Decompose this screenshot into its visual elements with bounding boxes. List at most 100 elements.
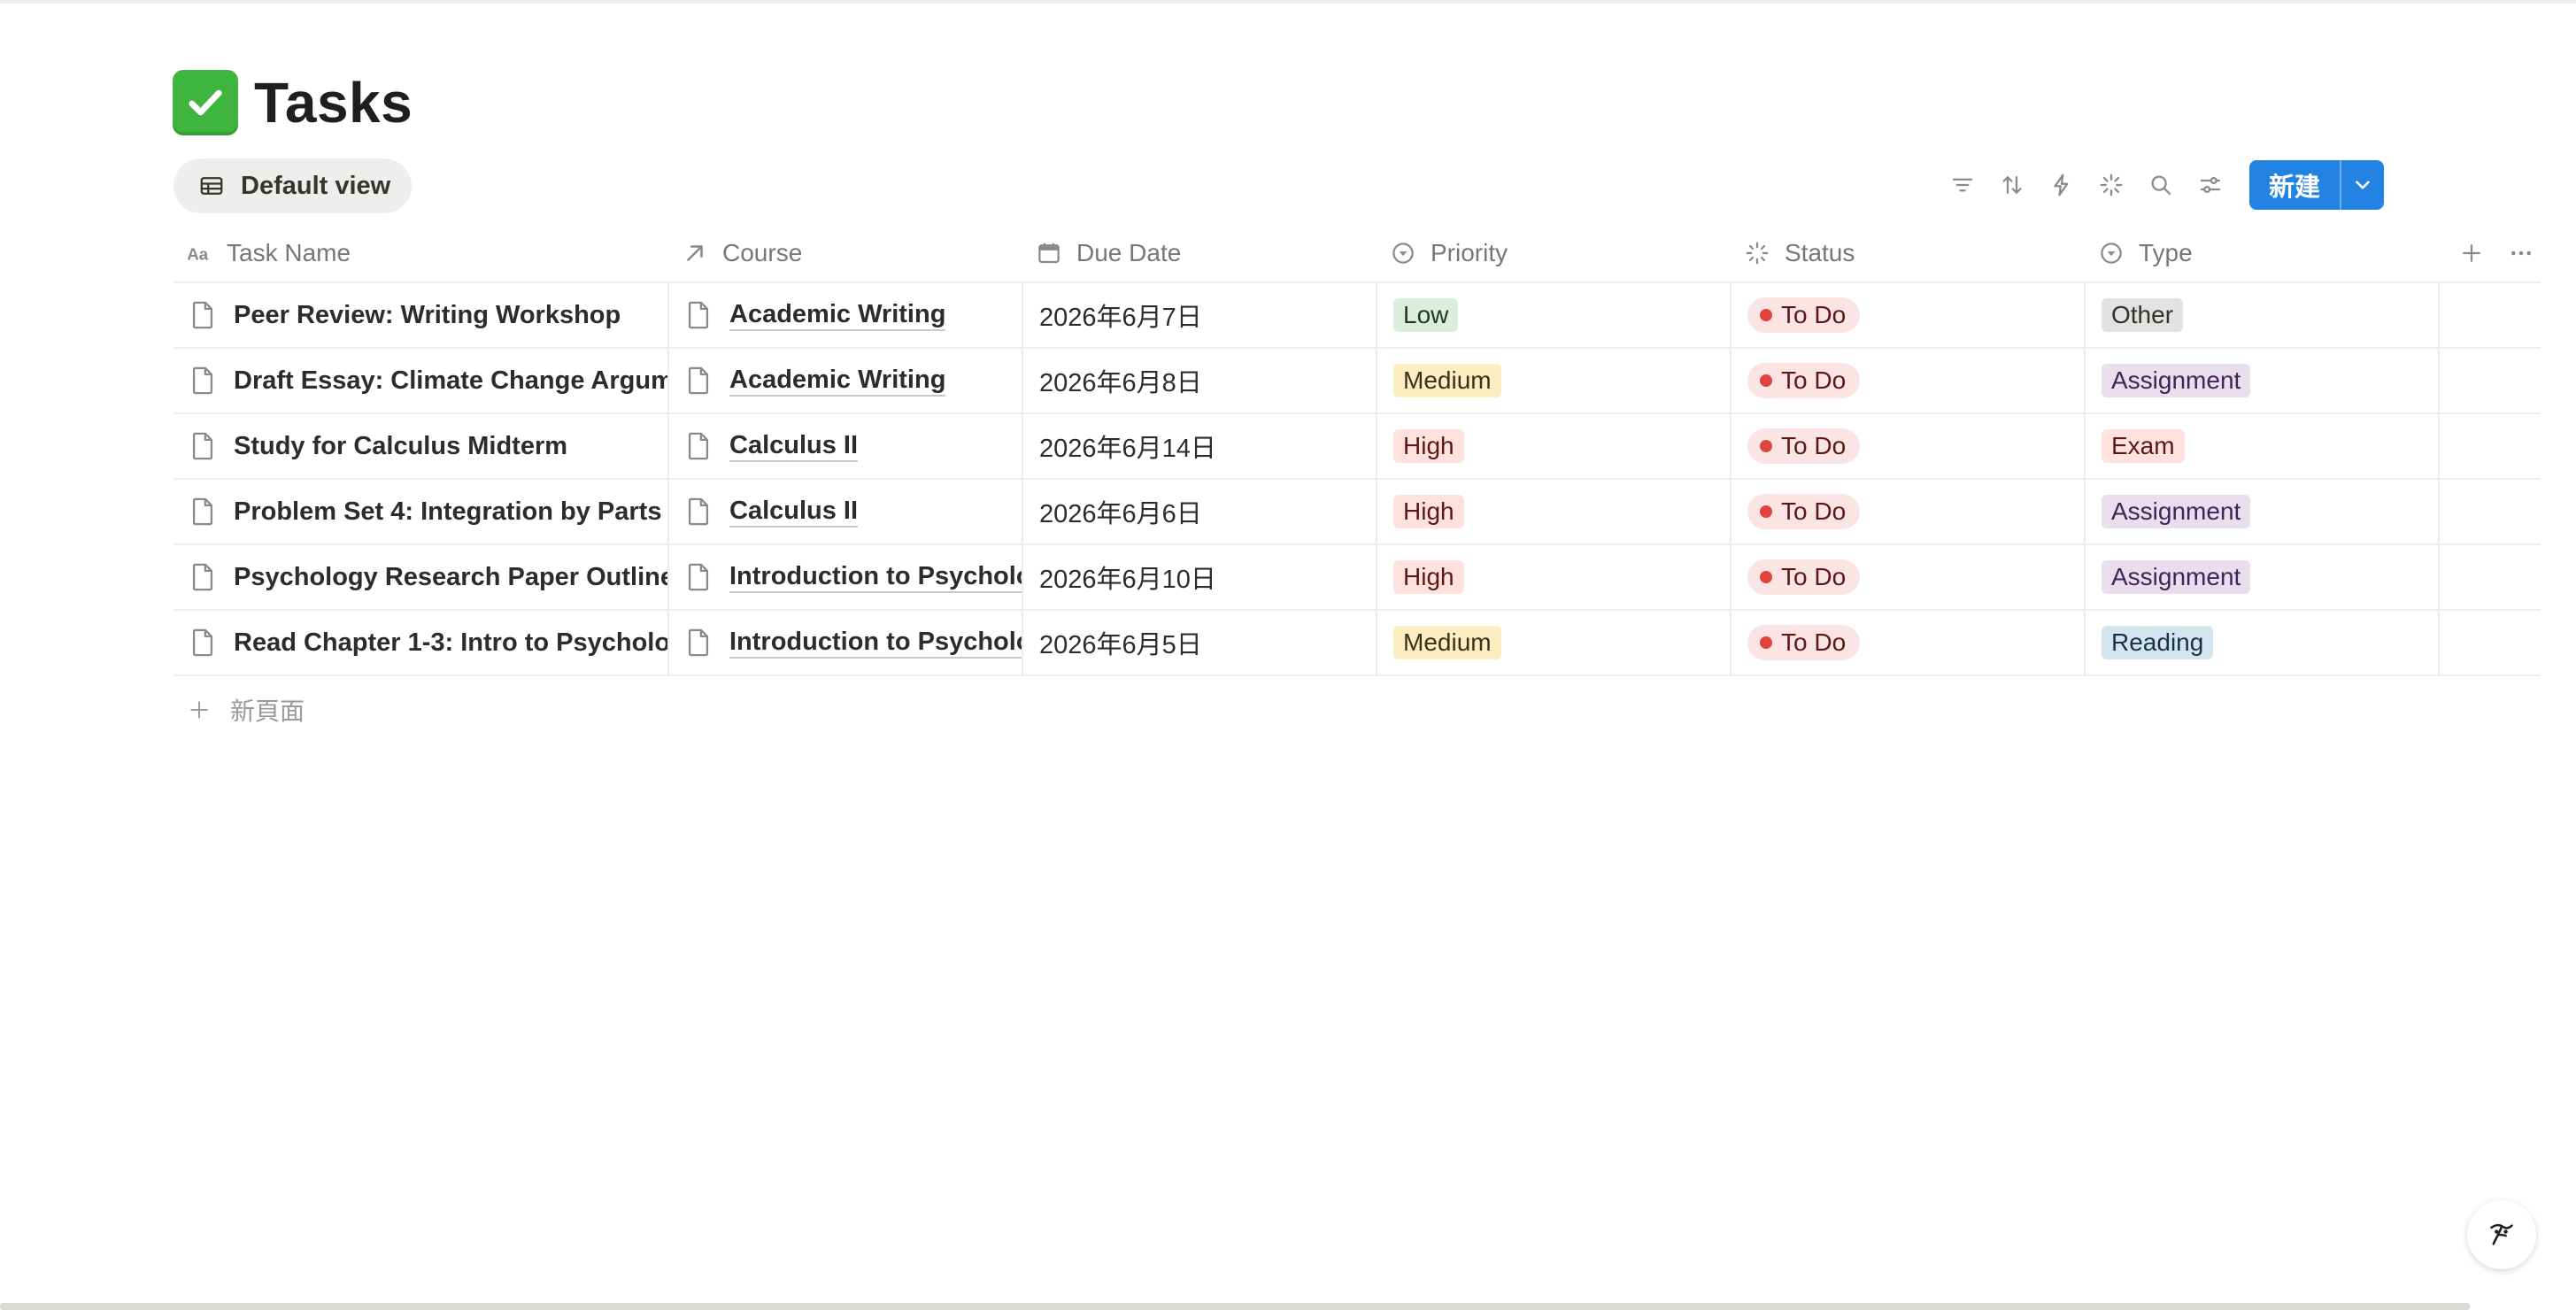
table-row[interactable]: Study for Calculus Midterm Calculus II 2… [174,414,2541,480]
course-cell[interactable]: Introduction to Psychology [669,611,1023,674]
type-cell[interactable]: Assignment [2086,545,2440,609]
course-cell[interactable]: Calculus II [669,480,1023,543]
table-row[interactable]: Psychology Research Paper Outline Introd… [174,545,2541,611]
toolbar: 新建 [1938,159,2384,211]
table-row[interactable]: Read Chapter 1-3: Intro to Psychology In… [174,611,2541,676]
more-options-icon[interactable] [2505,237,2537,269]
priority-cell[interactable]: Low [1377,283,1731,347]
course-cell[interactable]: Academic Writing [669,283,1023,347]
search-icon[interactable] [2136,159,2186,211]
type-tag: Reading [2102,626,2214,659]
due-date-cell[interactable]: 2026年6月14日 [1023,414,1377,478]
header-priority[interactable]: Priority [1377,225,1731,281]
new-button[interactable]: 新建 [2249,160,2340,210]
table-header: Aa Task Name Course Due Date Priority St… [174,225,2541,283]
course-cell[interactable]: Calculus II [669,414,1023,478]
priority-cell[interactable]: Medium [1377,349,1731,412]
due-date: 2026年6月5日 [1039,631,1202,659]
course-link[interactable]: Introduction to Psychology [729,561,1022,593]
due-date-cell[interactable]: 2026年6月10日 [1023,545,1377,609]
type-cell[interactable]: Assignment [2086,349,2440,412]
course-cell[interactable]: Introduction to Psychology [669,545,1023,609]
task-name-cell[interactable]: Psychology Research Paper Outline [174,545,669,609]
status-label: To Do [1781,432,1847,459]
page-icon [685,366,712,396]
course-link[interactable]: Academic Writing [729,365,946,397]
due-date-cell[interactable]: 2026年6月7日 [1023,283,1377,347]
add-property-icon[interactable] [2456,237,2487,269]
status-cell[interactable]: To Do [1731,414,2086,478]
horizontal-scrollbar[interactable] [0,1303,2470,1310]
page-icon [685,562,712,592]
type-cell[interactable]: Reading [2086,611,2440,674]
type-cell[interactable]: Assignment [2086,480,2440,543]
course-link[interactable]: Academic Writing [729,299,946,331]
task-name-cell[interactable]: Problem Set 4: Integration by Parts [174,480,669,543]
due-date-cell[interactable]: 2026年6月5日 [1023,611,1377,674]
priority-cell[interactable]: High [1377,414,1731,478]
status-cell[interactable]: To Do [1731,480,2086,543]
priority-cell[interactable]: High [1377,545,1731,609]
status-label: To Do [1781,628,1847,656]
view-tab-default[interactable]: Default view [174,158,413,213]
task-name[interactable]: Peer Review: Writing Workshop [234,301,621,330]
status-label: To Do [1781,497,1847,525]
header-status[interactable]: Status [1731,225,2086,281]
lightning-icon[interactable] [2037,159,2086,211]
course-link[interactable]: Calculus II [729,430,859,462]
status-dot [1760,505,1772,518]
task-name-cell[interactable]: Peer Review: Writing Workshop [174,283,669,347]
course-cell[interactable]: Academic Writing [669,349,1023,412]
task-name[interactable]: Draft Essay: Climate Change Argument [234,366,667,396]
new-page-button[interactable]: 新頁面 [188,690,305,729]
status-label: To Do [1781,563,1847,590]
header-task-name[interactable]: Aa Task Name [174,225,669,281]
page-icon [189,366,216,396]
plus-icon [190,701,208,719]
header-course[interactable]: Course [669,225,1023,281]
check-mark-icon[interactable] [173,70,238,135]
type-tag: Assignment [2102,364,2251,397]
status-dot [1760,571,1772,583]
task-name-cell[interactable]: Study for Calculus Midterm [174,414,669,478]
page-title[interactable]: Tasks [254,70,413,135]
status-cell[interactable]: To Do [1731,545,2086,609]
task-name[interactable]: Study for Calculus Midterm [234,432,567,461]
task-name-cell[interactable]: Draft Essay: Climate Change Argument [174,349,669,412]
settings-icon[interactable] [2186,159,2235,211]
status-tag: To Do [1747,494,1861,529]
type-cell[interactable]: Other [2086,283,2440,347]
table-row[interactable]: Problem Set 4: Integration by Parts Calc… [174,480,2541,545]
type-cell[interactable]: Exam [2086,414,2440,478]
status-cell[interactable]: To Do [1731,611,2086,674]
status-property-icon [1746,242,1769,265]
loading-icon[interactable] [2086,159,2136,211]
status-cell[interactable]: To Do [1731,283,2086,347]
page-icon [685,497,712,527]
type-tag: Assignment [2102,560,2251,594]
chevron-down-icon[interactable] [2340,160,2384,210]
text-property-icon: Aa [187,245,209,264]
priority-cell[interactable]: High [1377,480,1731,543]
status-cell[interactable]: To Do [1731,349,2086,412]
course-link[interactable]: Calculus II [729,496,859,528]
task-name[interactable]: Psychology Research Paper Outline [234,563,667,592]
help-assistant-icon[interactable] [2467,1200,2536,1269]
view-tab-label: Default view [241,171,391,200]
due-date-cell[interactable]: 2026年6月8日 [1023,349,1377,412]
task-name-cell[interactable]: Read Chapter 1-3: Intro to Psychology [174,611,669,674]
task-name[interactable]: Read Chapter 1-3: Intro to Psychology [234,628,667,658]
page-header: Tasks [173,67,413,138]
header-type[interactable]: Type [2086,225,2440,281]
filter-icon[interactable] [1938,159,1987,211]
header-due-date[interactable]: Due Date [1023,225,1377,281]
status-label: To Do [1781,366,1847,394]
sort-icon[interactable] [1987,159,2037,211]
course-link[interactable]: Introduction to Psychology [729,627,1022,659]
table-row[interactable]: Peer Review: Writing Workshop Academic W… [174,283,2541,349]
table-row[interactable]: Draft Essay: Climate Change Argument Aca… [174,349,2541,414]
priority-cell[interactable]: Medium [1377,611,1731,674]
tasks-table: Aa Task Name Course Due Date Priority St… [174,225,2541,676]
due-date-cell[interactable]: 2026年6月6日 [1023,480,1377,543]
task-name[interactable]: Problem Set 4: Integration by Parts [234,497,661,527]
